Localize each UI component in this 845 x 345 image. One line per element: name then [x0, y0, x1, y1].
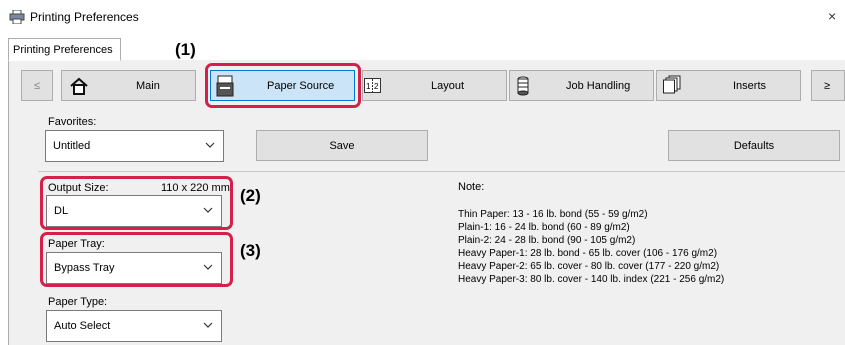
nav-inserts-button[interactable]: Inserts: [656, 70, 801, 101]
nav-prev-button[interactable]: ≤: [21, 70, 53, 101]
callout-1: (1): [175, 40, 196, 59]
svg-text:2: 2: [374, 82, 379, 91]
window-title: Printing Preferences: [30, 10, 139, 24]
note-line: Heavy Paper-3: 80 lb. cover - 140 lb. in…: [458, 274, 725, 285]
note-line: Heavy Paper-1: 28 lb. bond - 65 lb. cove…: [458, 248, 718, 259]
close-icon[interactable]: ×: [828, 8, 836, 24]
note-line: Plain-2: 24 - 28 lb. bond (90 - 105 g/m2…: [458, 235, 636, 246]
chevron-down-icon: [205, 142, 215, 148]
callout-3: (3): [240, 241, 261, 260]
paper-type-label: Paper Type:: [48, 296, 108, 308]
nav-layout-button[interactable]: 1 2 Layout: [362, 70, 507, 101]
highlight-output-size: [40, 176, 233, 230]
defaults-button[interactable]: Defaults: [668, 130, 840, 161]
nav-main-button[interactable]: Main: [61, 70, 196, 101]
paper-type-select[interactable]: Auto Select: [46, 310, 222, 342]
favorites-label: Favorites:: [48, 116, 97, 128]
nav-job-handling-label: Job Handling: [566, 80, 631, 92]
chevron-down-icon: [203, 322, 213, 328]
callout-2: (2): [240, 186, 261, 205]
tab-label: Printing Preferences: [13, 44, 113, 56]
highlight-paper-source: [205, 63, 361, 108]
printer-icon: [9, 10, 25, 24]
tab-printing-preferences[interactable]: Printing Preferences: [8, 38, 121, 61]
highlight-paper-tray: [40, 232, 233, 287]
note-label: Note:: [458, 181, 485, 193]
save-button[interactable]: Save: [256, 130, 428, 161]
favorites-select[interactable]: Untitled: [45, 130, 224, 162]
section-divider: [38, 171, 845, 172]
inserts-icon: [663, 75, 681, 94]
nav-inserts-label: Inserts: [733, 80, 767, 92]
note-line: Plain-1: 16 - 24 lb. bond (60 - 89 g/m2): [458, 222, 630, 233]
note-line: Thin Paper: 13 - 16 lb. bond (55 - 59 g/…: [458, 209, 648, 220]
nav-job-handling-button[interactable]: Job Handling: [509, 70, 654, 101]
svg-text:1: 1: [366, 82, 371, 91]
note-line: Heavy Paper-2: 65 lb. cover - 80 lb. cov…: [458, 261, 720, 272]
nav-next-button[interactable]: ≥: [811, 70, 845, 101]
nav-layout-label: Layout: [431, 80, 465, 92]
nav-main-label: Main: [136, 80, 160, 92]
home-icon: [70, 77, 88, 95]
job-handling-icon: [517, 76, 529, 96]
layout-icon: 1 2: [364, 78, 381, 93]
